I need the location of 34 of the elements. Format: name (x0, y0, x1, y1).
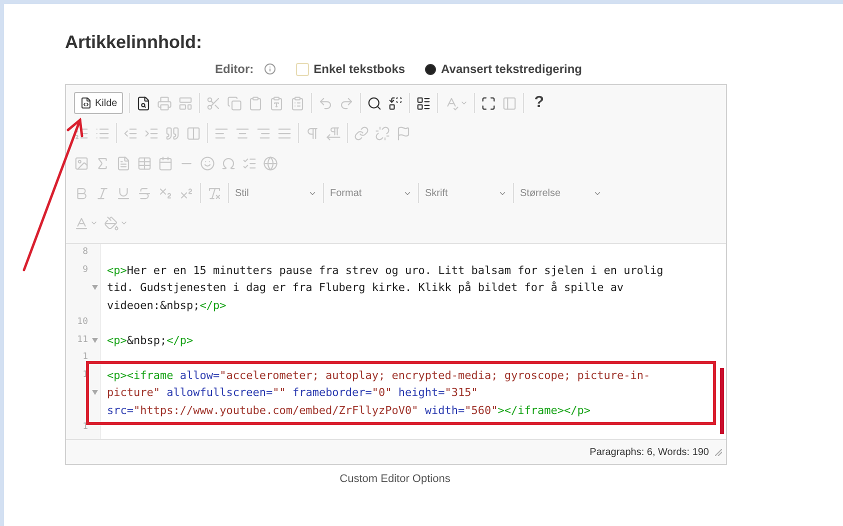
caret-icon[interactable] (90, 219, 98, 227)
resize-grip-icon[interactable] (715, 448, 722, 456)
fold-icon[interactable] (92, 390, 98, 396)
line-number: 10 (76, 316, 88, 329)
document-search-icon[interactable] (136, 96, 152, 110)
line-number: 11 (76, 334, 88, 346)
search-icon[interactable] (367, 96, 382, 110)
code-line: <p>&nbsp;</p> (107, 332, 194, 348)
code-area[interactable] (66, 244, 726, 439)
source-button[interactable]: Kilde (74, 92, 124, 114)
info-icon[interactable] (264, 63, 276, 75)
help-button[interactable]: ? (530, 94, 548, 112)
line-number: 9 (82, 264, 88, 276)
replace-icon[interactable] (388, 96, 404, 110)
fold-icon[interactable] (92, 285, 98, 290)
footer-caption: Custom Editor Options (340, 473, 450, 485)
code-line: <p><iframe allow="accelerometer; autoplay; encrypted-media; gyroscope; picture-in-picture" allowfullscreen="" frameborder="0" height="315" src="https://www.youtube.com/embed/ZrFllyzPoV0" width="560"></iframe></p> (107, 368, 652, 418)
radio-button[interactable] (425, 64, 436, 74)
line-number: 8 (82, 246, 88, 259)
code-line: <p>Her er en 15 minutters pause fra strev og uro. Litt balsam for sjelen i en urolig tid. Gudstjenesten i dag er fra Fluberg kirke. Klikk på bildet for å spille av videoen:&nbsp;</p> (107, 262, 664, 314)
option-label: Enkel tekstboks (314, 62, 406, 76)
line-number: 1 (82, 421, 88, 434)
option-label: Avansert tekstredigering (441, 62, 582, 76)
select-all-icon[interactable] (416, 96, 432, 110)
caret-icon[interactable] (460, 99, 468, 107)
line-number: 1 (82, 351, 88, 364)
section-heading: Artikkelinnhold: (65, 32, 204, 54)
checkbox[interactable] (296, 62, 309, 76)
word-count: Paragraphs: 6, Words: 190 (590, 446, 709, 458)
source-icon[interactable] (80, 97, 92, 109)
editor-label: Editor: (215, 62, 254, 76)
fold-icon[interactable] (92, 338, 98, 343)
maximize-icon[interactable] (481, 96, 496, 110)
caret-icon[interactable] (120, 219, 128, 227)
